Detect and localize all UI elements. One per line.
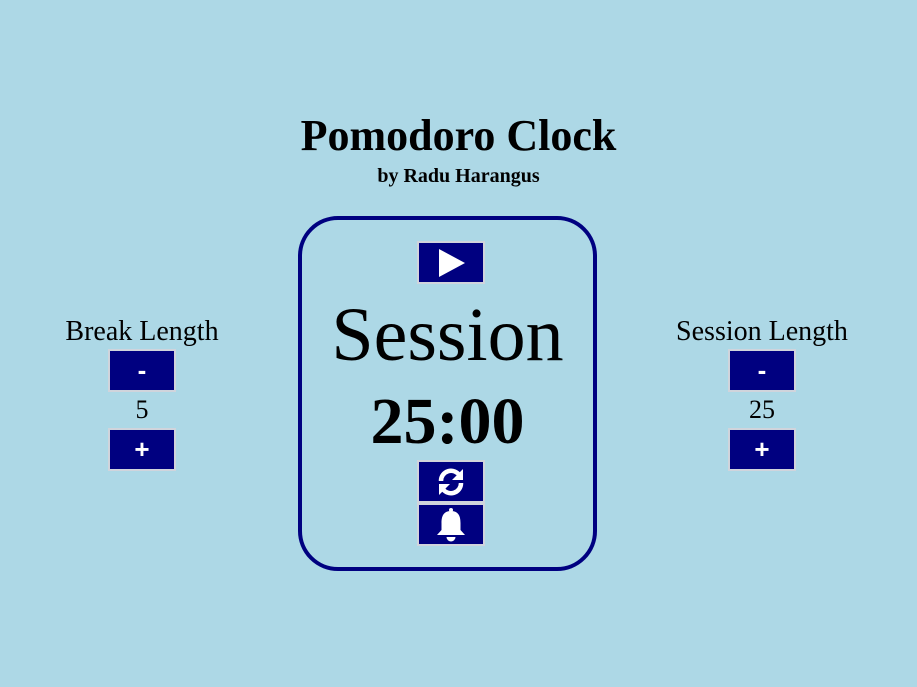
page-title: Pomodoro Clock [300,111,617,160]
session-decrement-button[interactable]: - [728,349,796,392]
break-decrement-button[interactable]: - [108,349,176,392]
play-button[interactable] [417,241,485,284]
break-length-value: 5 [135,395,149,424]
clock-panel: Session 25:00 [298,216,597,571]
bell-icon [437,507,465,541]
timer-mode-label: Session [331,293,564,377]
session-length-value: 25 [749,395,775,424]
break-length-control: Break Length - 5 + [22,315,262,471]
refresh-icon [438,468,464,495]
page-subtitle: by Radu Harangus [377,165,540,187]
alarm-button[interactable] [417,503,485,546]
reset-button[interactable] [417,460,485,503]
session-length-control: Session Length - 25 + [642,315,882,471]
play-icon [439,248,465,277]
break-increment-button[interactable]: + [108,428,176,471]
pomodoro-page: Pomodoro Clock by Radu Harangus Break Le… [0,0,917,687]
session-length-label: Session Length [676,316,848,347]
session-increment-button[interactable]: + [728,428,796,471]
break-length-label: Break Length [65,316,219,347]
time-display: 25:00 [370,385,525,458]
